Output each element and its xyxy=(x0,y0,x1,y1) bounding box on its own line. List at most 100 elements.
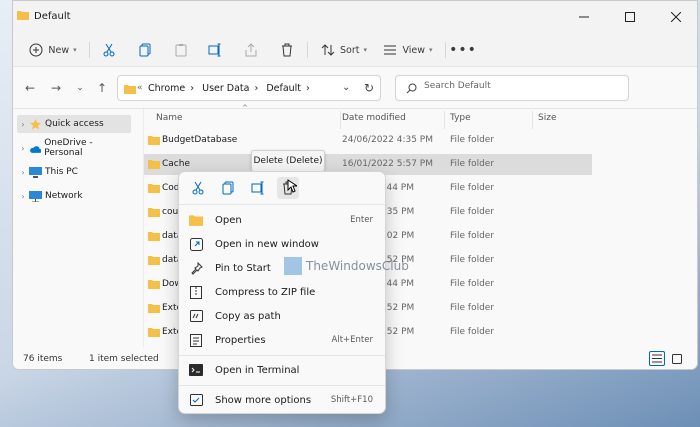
chevron-right-icon: › xyxy=(190,83,195,94)
open-window-icon xyxy=(189,237,203,251)
column-header-name[interactable]: Name xyxy=(156,113,183,123)
tiles-view-button[interactable] xyxy=(669,351,685,366)
delete-tooltip: Delete (Delete) xyxy=(251,150,325,172)
network-icon xyxy=(29,190,42,202)
address-dropdown-button[interactable]: ⌄ xyxy=(342,82,350,93)
menu-item-open-terminal[interactable]: Open in Terminal xyxy=(183,359,383,381)
chevron-right-icon: › xyxy=(254,83,259,94)
zip-icon xyxy=(190,285,202,299)
tiles-view-icon xyxy=(672,353,682,364)
pin-icon xyxy=(190,261,203,275)
maximize-button[interactable] xyxy=(613,5,647,29)
chevron-right-icon: › xyxy=(21,119,25,129)
view-button[interactable]: View ▾ xyxy=(379,38,437,62)
cut-button[interactable] xyxy=(97,38,121,62)
column-header-size[interactable]: Size xyxy=(538,113,556,123)
scissors-icon xyxy=(103,43,115,57)
chevron-down-icon: ▾ xyxy=(363,46,367,54)
folder-icon xyxy=(148,160,160,169)
share-icon xyxy=(245,43,257,57)
sidebar-item-this-pc[interactable]: › This PC xyxy=(17,163,131,181)
command-bar: New ▾ Sort ▾ View ▾ ••• xyxy=(13,33,697,67)
table-row[interactable]: BudgetDatabase 24/06/2022 4:35 PM File f… xyxy=(144,130,592,151)
more-options-icon xyxy=(189,394,203,406)
copy-path-icon xyxy=(189,310,203,322)
folder-icon xyxy=(124,85,136,94)
sort-button[interactable]: Sort ▾ xyxy=(315,38,373,62)
context-cut-button[interactable] xyxy=(187,177,209,199)
chevron-right-icon: › xyxy=(21,167,25,177)
paste-button[interactable] xyxy=(169,38,193,62)
copy-button[interactable] xyxy=(133,38,157,62)
new-button[interactable]: New ▾ xyxy=(25,38,81,62)
menu-item-compress-zip[interactable]: Compress to ZIP file xyxy=(183,281,383,303)
menu-item-open-new-window[interactable]: Open in new window xyxy=(183,233,383,255)
overflow-chevron-icon: « xyxy=(137,83,143,93)
scissors-icon xyxy=(192,181,204,195)
chevron-right-icon: › xyxy=(306,83,310,94)
breadcrumb-item[interactable]: User Data xyxy=(202,83,249,94)
sidebar-item-onedrive[interactable]: › OneDrive - Personal xyxy=(17,138,131,158)
recent-button[interactable]: ⌄ xyxy=(71,79,89,97)
breadcrumb-item[interactable]: Chrome xyxy=(148,83,185,94)
menu-item-show-more-options[interactable]: Show more options Shift+F10 xyxy=(183,389,383,411)
folder-icon xyxy=(148,280,160,289)
arrow-left-icon: ← xyxy=(24,81,36,95)
share-button[interactable] xyxy=(239,38,263,62)
folder-icon xyxy=(189,215,203,226)
details-view-icon xyxy=(652,354,662,363)
back-button[interactable]: ← xyxy=(21,79,39,97)
selection-count: 1 item selected xyxy=(89,354,159,364)
computer-icon xyxy=(29,166,42,178)
column-header-date[interactable]: Date modified xyxy=(342,113,406,123)
sidebar-item-network[interactable]: › Network xyxy=(17,187,131,205)
column-header-type[interactable]: Type xyxy=(450,113,471,123)
menu-item-open[interactable]: Open Enter xyxy=(183,209,383,231)
rename-button[interactable] xyxy=(203,38,227,62)
clipboard-icon xyxy=(175,44,187,57)
cloud-icon xyxy=(29,145,42,153)
context-copy-button[interactable] xyxy=(217,177,239,199)
close-icon xyxy=(671,12,681,22)
breadcrumb-item[interactable]: Default xyxy=(266,83,301,94)
sidebar-item-quick-access[interactable]: › Quick access xyxy=(17,115,131,133)
arrow-up-icon: ↑ xyxy=(96,81,108,95)
view-icon xyxy=(384,45,397,55)
title-bar[interactable]: Default xyxy=(13,1,697,33)
arrow-right-icon: → xyxy=(50,81,62,95)
chevron-right-icon: › xyxy=(21,143,25,153)
folder-icon xyxy=(148,136,160,145)
chevron-down-icon: ⌄ xyxy=(76,83,84,93)
search-box[interactable] xyxy=(395,75,629,101)
address-bar[interactable]: « Chrome › User Data › Default › ⌄ ↻ xyxy=(117,75,381,101)
minimize-button[interactable] xyxy=(567,5,601,29)
folder-icon xyxy=(17,11,29,20)
menu-item-properties[interactable]: Properties Alt+Enter xyxy=(183,329,383,351)
details-view-button[interactable] xyxy=(649,351,665,366)
refresh-button[interactable]: ↻ xyxy=(364,81,374,95)
copy-icon xyxy=(139,43,151,57)
watermark: TheWindowsClub xyxy=(284,257,409,275)
sort-up-icon: ^ xyxy=(242,104,248,112)
folder-icon xyxy=(148,184,160,193)
search-input[interactable] xyxy=(424,81,614,91)
up-button[interactable]: ↑ xyxy=(93,79,111,97)
chevron-right-icon: › xyxy=(21,191,25,201)
delete-button[interactable] xyxy=(275,38,299,62)
folder-icon xyxy=(148,208,160,217)
forward-button[interactable]: → xyxy=(47,79,65,97)
context-rename-button[interactable] xyxy=(247,177,269,199)
navigation-pane: › Quick access › OneDrive - Personal › T… xyxy=(13,109,143,347)
terminal-icon xyxy=(189,364,203,376)
address-row: ← → ⌄ ↑ « Chrome › User Data › Default › ⌄ … xyxy=(13,67,697,109)
plus-circle-icon xyxy=(29,43,43,57)
search-icon xyxy=(406,83,417,94)
more-button[interactable]: ••• xyxy=(449,38,476,62)
breadcrumb: Chrome › User Data › Default › xyxy=(148,83,315,94)
context-quick-actions xyxy=(179,172,385,205)
sort-icon xyxy=(321,44,335,56)
watermark-logo-icon xyxy=(284,257,302,275)
menu-item-copy-as-path[interactable]: Copy as path xyxy=(183,305,383,327)
close-button[interactable] xyxy=(659,5,693,29)
folder-icon xyxy=(148,304,160,313)
